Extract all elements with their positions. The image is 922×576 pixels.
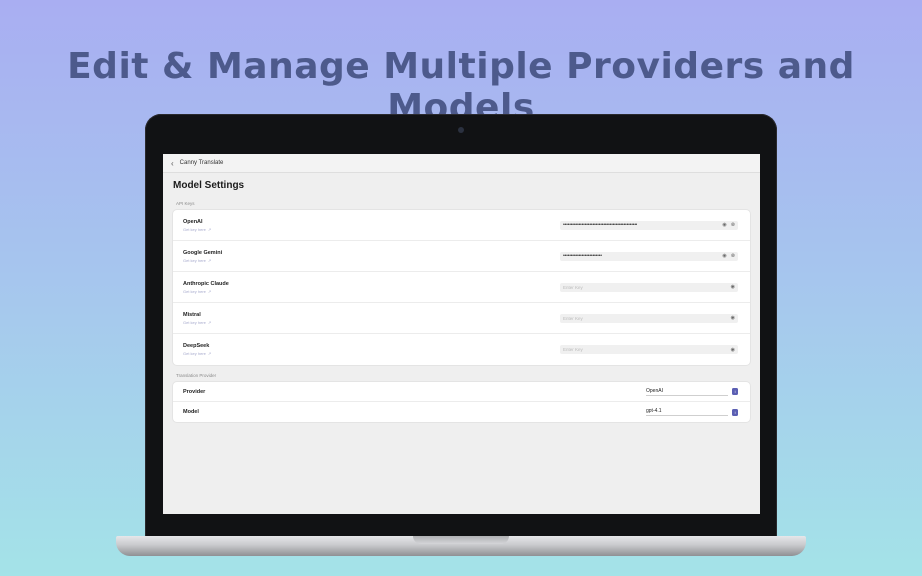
laptop-base [116, 536, 806, 556]
api-keys-section-label: API Keys [176, 201, 195, 206]
eye-icon[interactable]: ◉ [722, 222, 726, 228]
back-button-label[interactable]: Canny Translate [180, 160, 224, 166]
external-link-icon: ↗ [207, 226, 212, 232]
model-row: Model gpt-4.1 ↕ [173, 402, 750, 422]
provider-name: DeepSeek [183, 343, 210, 349]
chevron-left-icon[interactable]: ‹ [171, 159, 174, 168]
provider-name: Mistral [183, 311, 201, 318]
api-key-row-anthropic: Anthropic Claude Get key here ↗ Enter Key… [173, 272, 750, 303]
api-key-value: ••••••••••••••••••••••••••••••••••••••••… [563, 222, 638, 228]
api-key-field-anthropic[interactable]: Enter Key ◉ [560, 282, 738, 292]
external-link-icon: ↗ [207, 319, 212, 325]
eye-icon[interactable]: ◉ [722, 253, 726, 259]
translation-provider-card: Provider OpenAI ↕ Model gpt-4.1 ↕ [172, 381, 751, 423]
model-select-value: gpt-4.1 [646, 408, 728, 416]
get-key-link[interactable]: Get key here ↗ [183, 289, 229, 294]
provider-name: Google Gemini [183, 249, 223, 256]
external-link-icon: ↗ [207, 288, 212, 294]
api-key-field-mistral[interactable]: Enter Key ◉ [560, 313, 738, 323]
window-toolbar: ‹ Canny Translate [163, 154, 760, 173]
clear-icon[interactable]: ⊗ [731, 253, 735, 259]
clear-icon[interactable]: ⊗ [731, 222, 735, 228]
get-key-link[interactable]: Get key here ↗ [183, 320, 211, 325]
api-key-placeholder: Enter Key [563, 284, 583, 290]
up-down-chevron-icon[interactable]: ↕ [732, 388, 738, 395]
translation-provider-section-label: Translation Provider [176, 373, 217, 378]
api-key-row-gemini: Google Gemini Get key here ↗ ••••••••••••… [173, 241, 750, 272]
api-key-placeholder: Enter Key [563, 315, 583, 321]
model-label: Model [183, 409, 199, 415]
get-key-link[interactable]: Get key here ↗ [183, 227, 211, 232]
eye-icon[interactable]: ◉ [731, 284, 735, 290]
api-keys-card: OpenAI Get key here ↗ •••••••••••••••••••… [172, 209, 751, 366]
external-link-icon: ↗ [207, 351, 212, 356]
api-key-field-gemini[interactable]: ••••••••••••••••••••••••• ◉ ⊗ [560, 251, 738, 261]
laptop-lid: ‹ Canny Translate Model Settings API Key… [145, 114, 777, 540]
laptop-notch [413, 536, 509, 544]
api-key-row-openai: OpenAI Get key here ↗ •••••••••••••••••••… [173, 210, 750, 241]
up-down-chevron-icon[interactable]: ↕ [732, 408, 738, 416]
api-key-placeholder: Enter Key [563, 347, 583, 352]
eye-icon[interactable]: ◉ [731, 315, 735, 321]
app-screen: ‹ Canny Translate Model Settings API Key… [163, 154, 760, 514]
provider-name: OpenAI [183, 218, 203, 225]
get-key-link[interactable]: Get key here ↗ [183, 258, 222, 263]
api-key-field-openai[interactable]: ••••••••••••••••••••••••••••••••••••••••… [560, 220, 738, 230]
api-key-field-deepseek[interactable]: Enter Key ◉ [560, 345, 738, 354]
api-key-row-mistral: Mistral Get key here ↗ Enter Key ◉ [173, 303, 750, 334]
external-link-icon: ↗ [207, 257, 212, 263]
get-key-link[interactable]: Get key here ↗ [183, 351, 211, 356]
provider-select[interactable]: OpenAI ↕ [646, 388, 738, 396]
model-select[interactable]: gpt-4.1 ↕ [646, 408, 738, 416]
provider-label: Provider [183, 388, 206, 395]
eye-icon[interactable]: ◉ [731, 347, 735, 353]
api-key-row-deepseek: DeepSeek Get key here ↗ Enter Key ◉ [173, 334, 750, 365]
provider-row: Provider OpenAI ↕ [173, 382, 750, 402]
camera-dot [458, 127, 464, 133]
api-key-value: ••••••••••••••••••••••••• [563, 253, 602, 259]
provider-name: Anthropic Claude [183, 280, 229, 287]
page-title: Model Settings [173, 180, 245, 191]
provider-select-value: OpenAI [646, 388, 728, 396]
